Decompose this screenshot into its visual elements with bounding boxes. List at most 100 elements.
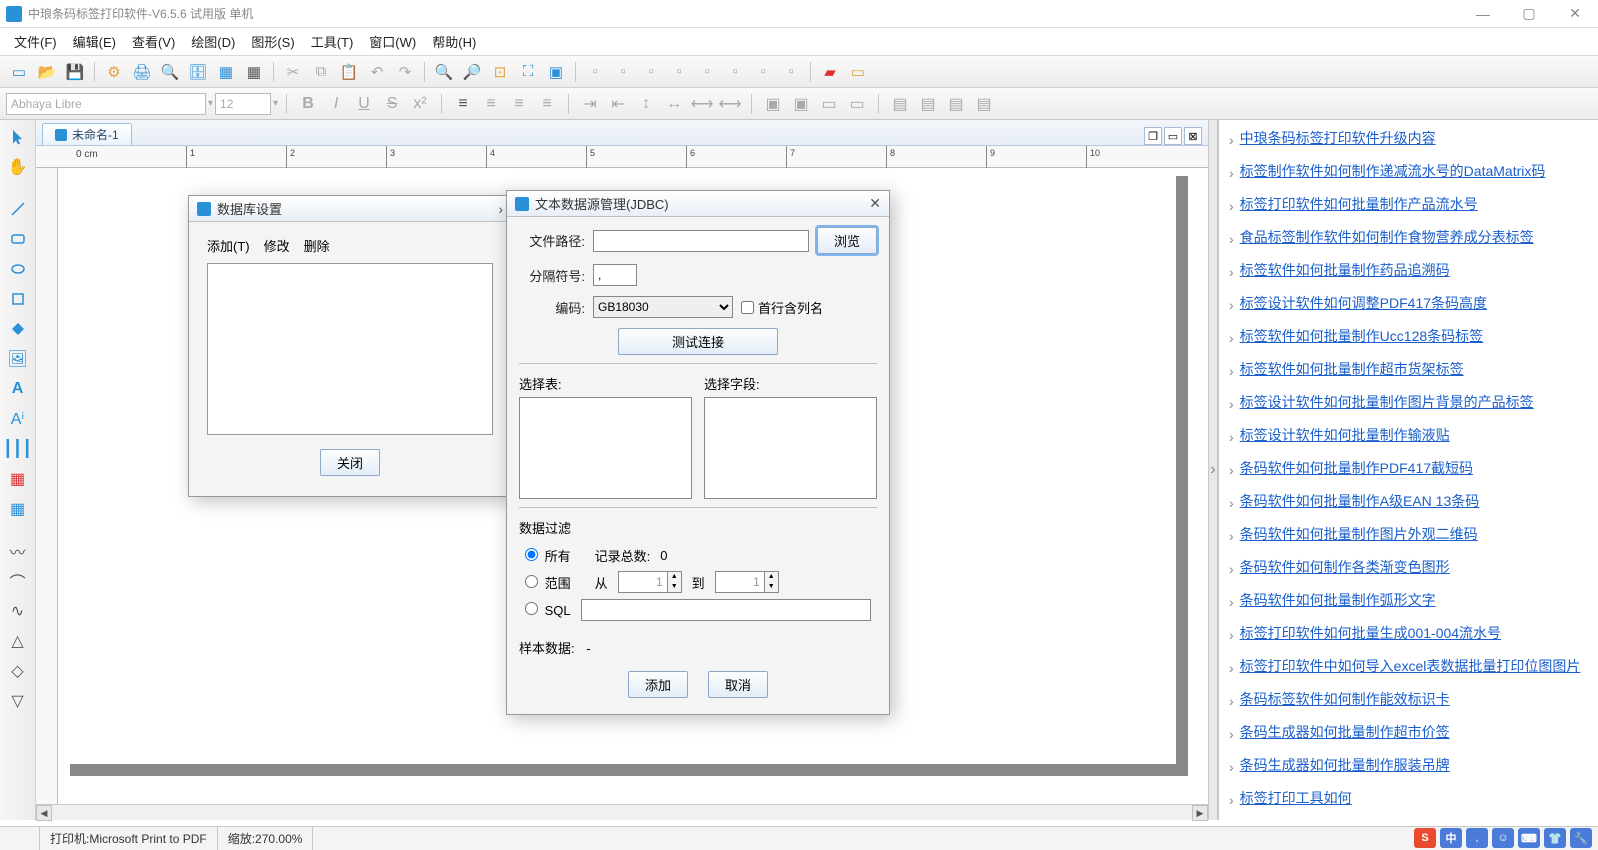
field-listbox[interactable]: [704, 397, 877, 499]
spacing4-icon[interactable]: ↔: [661, 92, 687, 116]
font-size-input[interactable]: [215, 93, 271, 115]
image-icon[interactable]: 🖼: [5, 346, 31, 372]
sidebar-link[interactable]: 标签设计软件如何批量制作图片背景的产品标签: [1240, 392, 1534, 413]
align1-icon[interactable]: ▫: [582, 60, 608, 84]
filter-all-radio[interactable]: 所有: [525, 546, 571, 565]
sidebar-link[interactable]: 标签软件如何批量制作Ucc128条码标签: [1240, 326, 1483, 347]
line-icon[interactable]: [5, 196, 31, 222]
polygon-icon[interactable]: [5, 316, 31, 342]
undo-icon[interactable]: ↶: [364, 60, 390, 84]
scroll-right-icon[interactable]: ▶: [1192, 805, 1208, 821]
db-edit-menu[interactable]: 修改: [264, 236, 290, 255]
file-path-input[interactable]: [593, 230, 809, 252]
text-icon[interactable]: A: [5, 376, 31, 402]
ime-smile-icon[interactable]: ☺: [1492, 828, 1514, 848]
sidebar-link[interactable]: 标签软件如何批量制作药品追溯码: [1240, 260, 1450, 281]
richtext-icon[interactable]: Aⁱ: [5, 406, 31, 432]
cursor-icon[interactable]: [5, 124, 31, 150]
ime-icon[interactable]: S: [1414, 828, 1436, 848]
encoding-select[interactable]: GB18030: [593, 296, 733, 318]
ime-punct-icon[interactable]: ,: [1466, 828, 1488, 848]
grid-icon[interactable]: ▦: [241, 60, 267, 84]
pdf-icon[interactable]: ▰: [817, 60, 843, 84]
from-spinner[interactable]: ▲▼: [618, 571, 682, 593]
curve-icon[interactable]: ∿: [5, 598, 31, 624]
font-family-select[interactable]: [6, 93, 206, 115]
db-close-button[interactable]: 关闭: [320, 449, 380, 476]
layers-icon[interactable]: ▦: [213, 60, 239, 84]
tab-close-icon[interactable]: ⊠: [1184, 127, 1202, 145]
export-icon[interactable]: ▭: [845, 60, 871, 84]
align-justify-icon[interactable]: ≡: [534, 92, 560, 116]
zoom-in-icon[interactable]: 🔍: [431, 60, 457, 84]
sidebar-link[interactable]: 条码生成器如何批量制作服装吊牌: [1240, 755, 1450, 776]
db-dialog-title[interactable]: 数据库设置 ›: [189, 196, 511, 222]
bezier-icon[interactable]: 〰: [5, 538, 31, 564]
underline-icon[interactable]: U: [351, 92, 377, 116]
align8-icon[interactable]: ▫: [778, 60, 804, 84]
tab-restore-icon[interactable]: ❐: [1144, 127, 1162, 145]
align4-icon[interactable]: ▫: [666, 60, 692, 84]
save-icon[interactable]: 💾: [62, 60, 88, 84]
group4-icon[interactable]: ▭: [844, 92, 870, 116]
align5-icon[interactable]: ▫: [694, 60, 720, 84]
db-delete-menu[interactable]: 删除: [304, 236, 330, 255]
sidebar-collapse[interactable]: ›: [1208, 120, 1218, 820]
sidebar-link[interactable]: 标签软件如何批量制作超市货架标签: [1240, 359, 1464, 380]
filter-sql-radio[interactable]: SQL: [525, 602, 571, 618]
align3-icon[interactable]: ▫: [638, 60, 664, 84]
redo-icon[interactable]: ↷: [392, 60, 418, 84]
db-list[interactable]: [207, 263, 493, 435]
open-icon[interactable]: 📂: [34, 60, 60, 84]
sidebar-link[interactable]: 条码软件如何批量制作A级EAN 13条码: [1240, 491, 1480, 512]
zoom-sel-icon[interactable]: ▣: [543, 60, 569, 84]
table-listbox[interactable]: [519, 397, 692, 499]
order2-icon[interactable]: ▤: [915, 92, 941, 116]
sidebar-link[interactable]: 中琅条码标签打印软件升级内容: [1240, 128, 1436, 149]
first-row-checkbox-label[interactable]: 首行含列名: [741, 298, 823, 317]
test-connection-button[interactable]: 测试连接: [618, 328, 778, 355]
document-tab[interactable]: 未命名-1: [42, 123, 132, 145]
menu-file[interactable]: 文件(F): [6, 28, 65, 55]
star-icon[interactable]: △: [5, 628, 31, 654]
group3-icon[interactable]: ▭: [816, 92, 842, 116]
align7-icon[interactable]: ▫: [750, 60, 776, 84]
menu-draw[interactable]: 绘图(D): [183, 28, 243, 55]
spacing2-icon[interactable]: ⇤: [605, 92, 631, 116]
to-spinner[interactable]: ▲▼: [715, 571, 779, 593]
menu-tools[interactable]: 工具(T): [303, 28, 362, 55]
minimize-button[interactable]: —: [1460, 0, 1506, 28]
copy-icon[interactable]: ⧉: [308, 60, 334, 84]
super-icon[interactable]: x²: [407, 92, 433, 116]
sidebar-link[interactable]: 标签设计软件如何批量制作输液贴: [1240, 425, 1450, 446]
arc-icon[interactable]: ⌒: [5, 568, 31, 594]
first-row-checkbox[interactable]: [741, 301, 754, 314]
sidebar-link[interactable]: 标签打印工具如何: [1240, 788, 1352, 809]
align-right-icon[interactable]: ≡: [506, 92, 532, 116]
paste-icon[interactable]: 📋: [336, 60, 362, 84]
hand-icon[interactable]: ✋: [5, 154, 31, 180]
ime-keyboard-icon[interactable]: ⌨: [1518, 828, 1540, 848]
sidebar-link[interactable]: 条码软件如何批量制作图片外观二维码: [1240, 524, 1478, 545]
scroll-left-icon[interactable]: ◀: [36, 805, 52, 821]
spacing6-icon[interactable]: ⟷: [717, 92, 743, 116]
order1-icon[interactable]: ▤: [887, 92, 913, 116]
horizontal-scrollbar[interactable]: ◀ ▶: [36, 804, 1208, 820]
bold-icon[interactable]: B: [295, 92, 321, 116]
italic-icon[interactable]: I: [323, 92, 349, 116]
database-icon[interactable]: 🗄: [185, 60, 211, 84]
spacing3-icon[interactable]: ↕: [633, 92, 659, 116]
sidebar-link[interactable]: 标签制作软件如何制作递减流水号的DataMatrix码: [1240, 161, 1546, 182]
menu-shape[interactable]: 图形(S): [243, 28, 302, 55]
db-add-menu[interactable]: 添加(T): [207, 236, 250, 255]
gear-icon[interactable]: ⚙: [101, 60, 127, 84]
sidebar-link[interactable]: 标签设计软件如何调整PDF417条码高度: [1240, 293, 1487, 314]
jdbc-title[interactable]: 文本数据源管理(JDBC) ✕: [507, 191, 889, 217]
menu-window[interactable]: 窗口(W): [361, 28, 424, 55]
jdbc-add-button[interactable]: 添加: [628, 671, 688, 698]
zoom-out-icon[interactable]: 🔎: [459, 60, 485, 84]
sidebar-link[interactable]: 标签打印软件如何批量生成001-004流水号: [1240, 623, 1501, 644]
table-icon[interactable]: ▦: [5, 496, 31, 522]
triangle-icon[interactable]: ▽: [5, 688, 31, 714]
roundrect-icon[interactable]: [5, 286, 31, 312]
